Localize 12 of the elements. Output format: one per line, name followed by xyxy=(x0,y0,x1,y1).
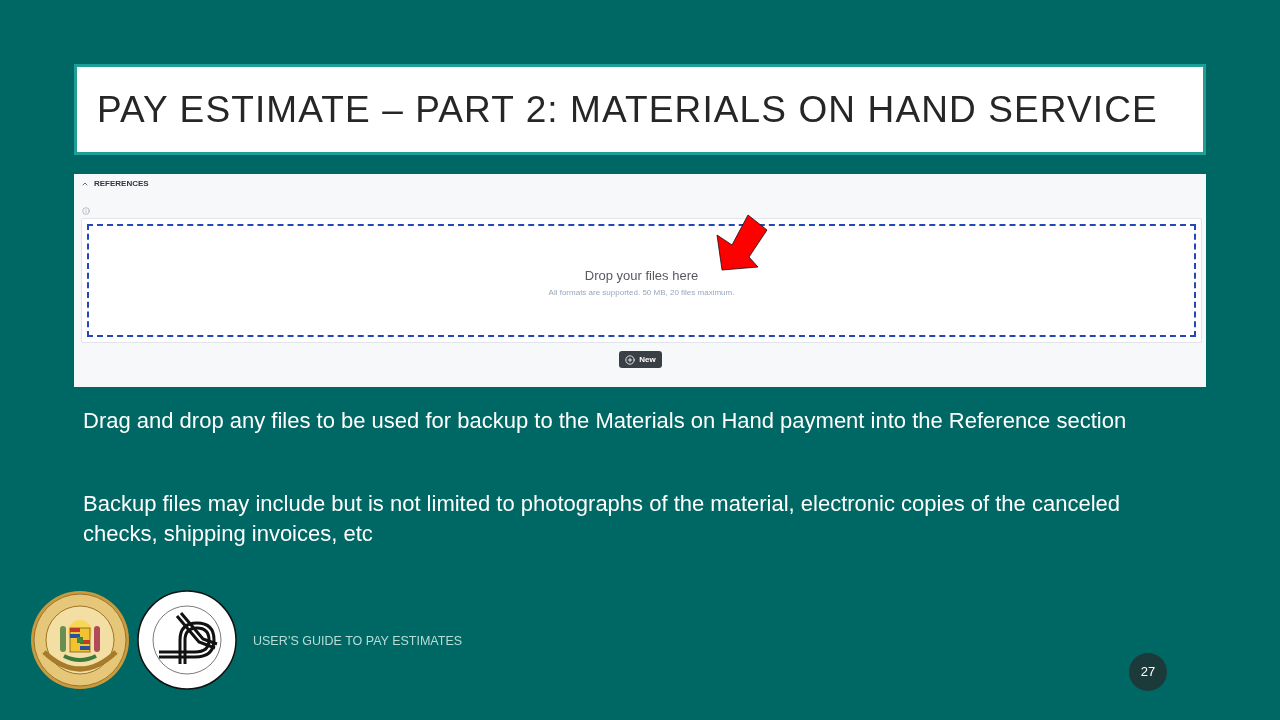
paragraph: Backup files may include but is not limited to photographs of the material, electronic copies of the canceled checks, shipping invoices, etc xyxy=(83,490,1122,548)
slide-title: PAY ESTIMATE – PART 2: MATERIALS ON HAND SERVICE xyxy=(97,91,1158,128)
page-number: 27 xyxy=(1129,653,1167,691)
info-icon xyxy=(82,207,90,215)
pointer-arrow xyxy=(716,214,769,272)
paragraph: Drag and drop any files to be used for backup to the Materials on Hand payment into the Reference section xyxy=(83,407,1128,435)
footer-text: USER’S GUIDE TO PAY ESTIMATES xyxy=(253,633,463,650)
new-button[interactable]: New xyxy=(619,351,662,368)
plus-circle-icon xyxy=(625,354,636,365)
section-toggle[interactable]: REFERENCES xyxy=(81,179,149,189)
drop-files-text: Drop your files here xyxy=(584,268,699,282)
upload-limits-text: All formats are supported. 50 MB, 20 files maximum. xyxy=(548,288,735,297)
